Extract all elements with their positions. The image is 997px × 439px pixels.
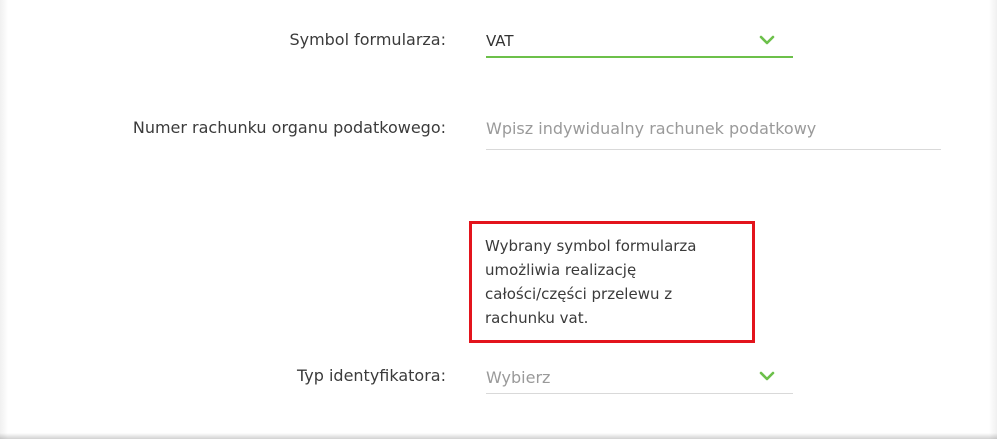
symbol-select[interactable]: VAT: [486, 28, 793, 58]
identifier-type-select[interactable]: Wybierz: [486, 364, 793, 394]
account-input[interactable]: Wpisz indywidualny rachunek podatkowy: [486, 115, 941, 150]
panel-edge-right: [989, 0, 997, 439]
symbol-underline: [486, 56, 793, 58]
info-message-box: Wybrany symbol formularza umożliwia real…: [469, 221, 755, 343]
identifier-type-label: Typ identyfikatora:: [296, 366, 446, 385]
info-message-text: Wybrany symbol formularza umożliwia real…: [485, 237, 697, 327]
account-label: Numer rachunku organu podatkowego:: [132, 118, 446, 137]
identifier-type-underline: [486, 393, 793, 394]
symbol-value: VAT: [486, 32, 514, 50]
account-underline: [486, 149, 941, 150]
panel-edge-left: [0, 0, 8, 439]
symbol-label: Symbol formularza:: [289, 30, 446, 49]
account-placeholder: Wpisz indywidualny rachunek podatkowy: [486, 119, 817, 138]
identifier-type-placeholder: Wybierz: [486, 368, 551, 387]
panel-bottom-shadow: [0, 433, 997, 439]
chevron-down-icon[interactable]: [759, 370, 775, 382]
chevron-down-icon[interactable]: [759, 34, 775, 46]
form-panel: Symbol formularza: VAT Numer rachunku or…: [0, 0, 997, 439]
